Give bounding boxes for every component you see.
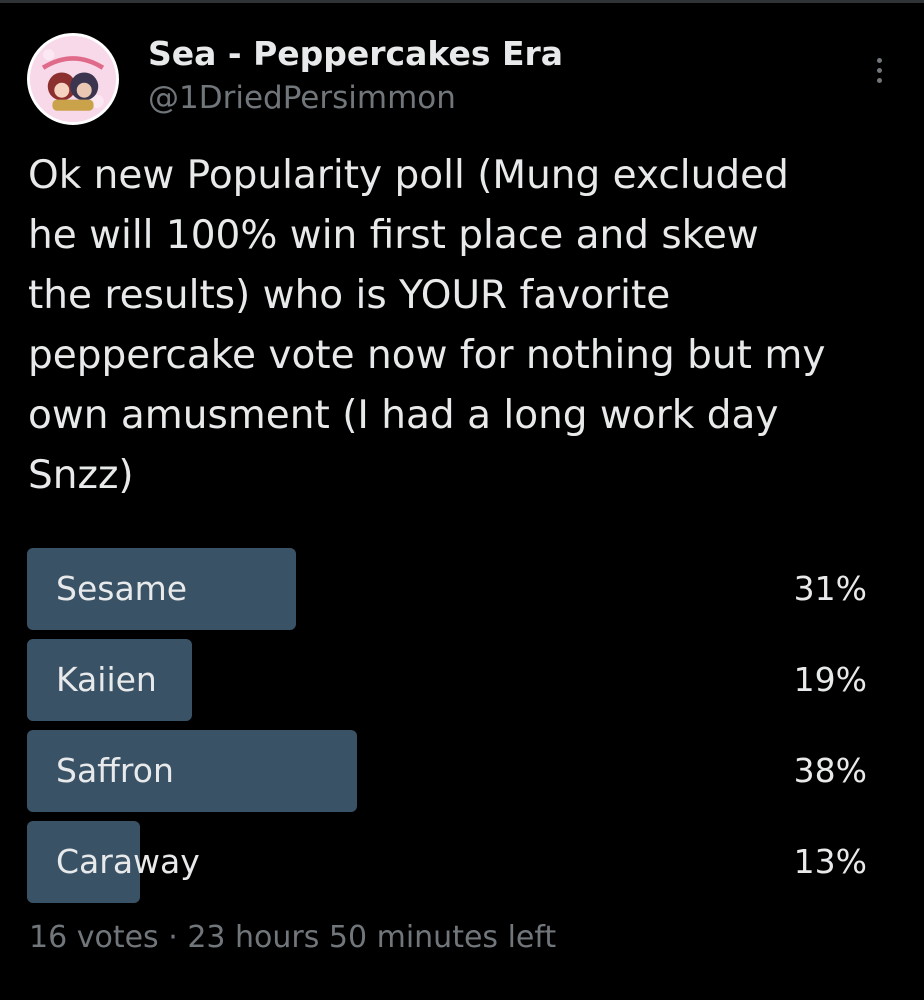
more-dot [876, 67, 882, 73]
poll-option[interactable]: Kaiien 19% [27, 639, 867, 721]
poll-separator: · [168, 920, 178, 955]
avatar-image [30, 36, 116, 122]
more-options-icon[interactable] [862, 50, 896, 90]
poll-vote-count: 16 votes [29, 920, 159, 955]
poll-option-label: Kaiien [56, 660, 157, 699]
tweet-text: Ok new Popularity poll (Mung excluded he… [28, 153, 826, 498]
more-dot [876, 77, 882, 83]
author-avatar[interactable] [27, 33, 119, 125]
poll-time-left: 23 hours 50 minutes left [187, 920, 557, 955]
poll-option[interactable]: Sesame 31% [27, 548, 867, 630]
poll-option-label: Sesame [56, 569, 188, 608]
poll-option-label: Caraway [56, 842, 200, 881]
poll-option-percent: 13% [793, 842, 867, 881]
author-handle[interactable]: @1DriedPersimmon [148, 80, 456, 116]
poll-footer: 16 votes · 23 hours 50 minutes left [29, 920, 556, 955]
poll-option-percent: 31% [793, 569, 867, 608]
poll-option-percent: 19% [793, 660, 867, 699]
poll-option[interactable]: Saffron 38% [27, 730, 867, 812]
poll-option-label: Saffron [56, 751, 174, 790]
poll-option-percent: 38% [793, 751, 867, 790]
more-dot [876, 57, 882, 63]
poll-option[interactable]: Caraway 13% [27, 821, 867, 903]
top-divider [0, 0, 924, 3]
poll: Sesame 31% Kaiien 19% Saffron 38% Carawa… [27, 548, 867, 912]
author-display-name[interactable]: Sea - Peppercakes Era [148, 34, 563, 73]
